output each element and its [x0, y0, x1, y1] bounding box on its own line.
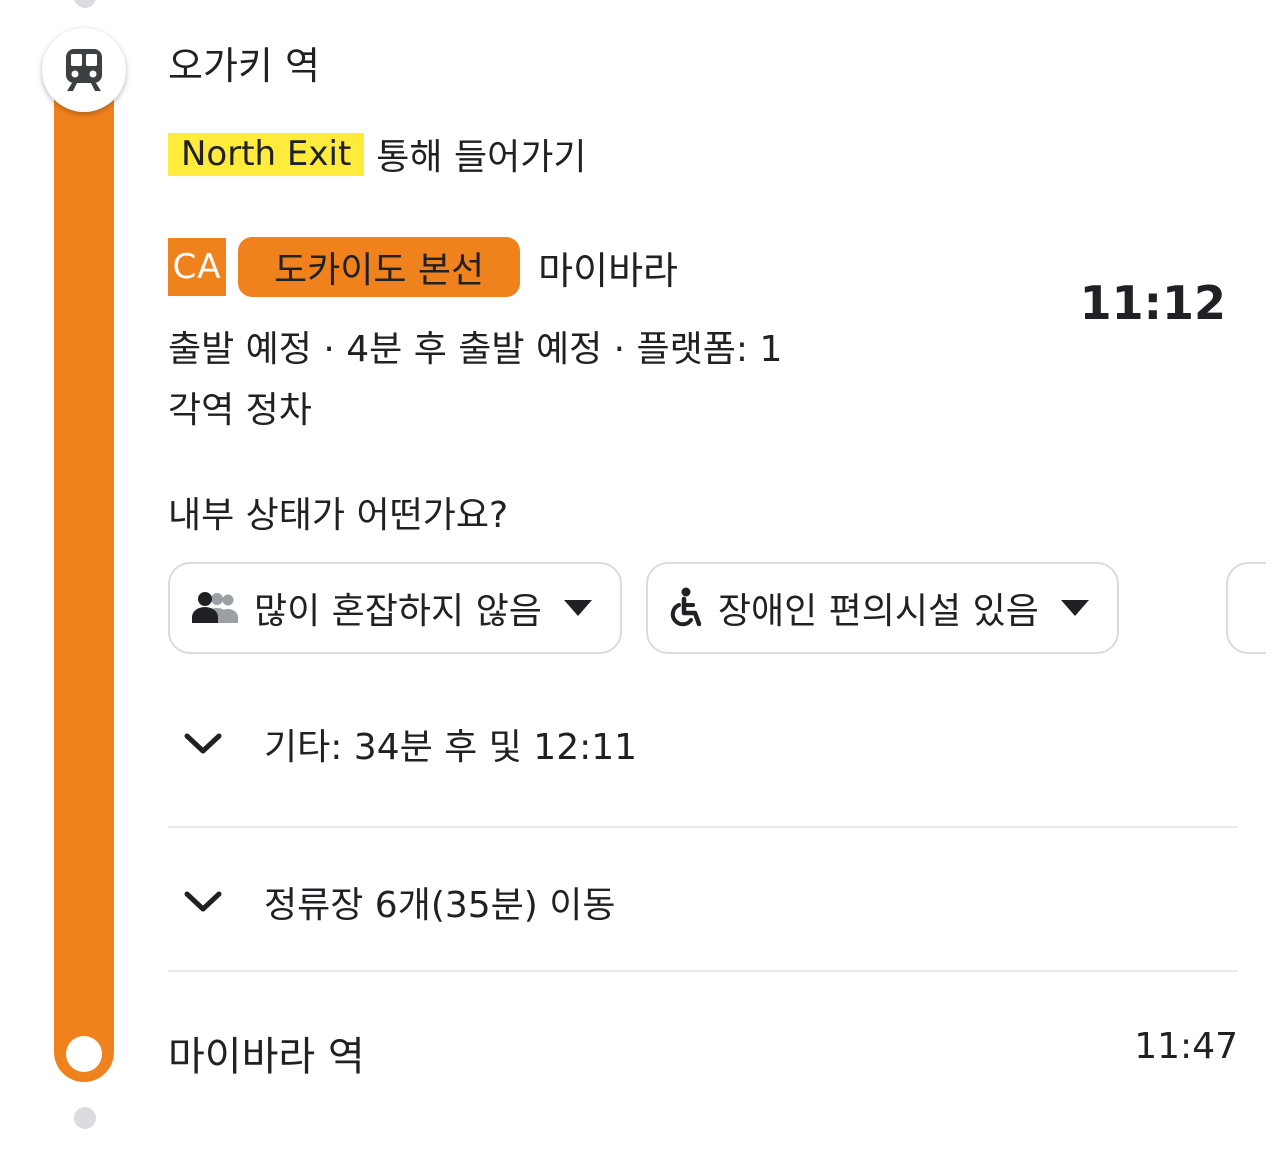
accessibility-chip[interactable]: 장애인 편의시설 있음 [645, 562, 1119, 654]
timeline-dot-previous [74, 0, 96, 8]
crowding-question: 내부 상태가 어떤가요? [168, 495, 509, 536]
line-code-badge: CA [168, 238, 226, 296]
arrival-stop-circle [66, 1036, 102, 1072]
arrival-station-title[interactable]: 마이바라 역 [168, 1024, 365, 1082]
entrance-instruction: North Exit 통해 들어가기 [168, 128, 586, 180]
line-destination: 마이바라 [538, 248, 679, 293]
chevron-down-icon [1060, 600, 1089, 616]
departure-station-title[interactable]: 오가키 역 [168, 44, 320, 90]
chevron-down-icon [184, 891, 222, 912]
feedback-chip-row: 많이 혼잡하지 않음 장애인 편의시설 있음 [168, 562, 1143, 654]
departure-time: 11:12 [1079, 276, 1226, 330]
section-divider [168, 826, 1238, 828]
crowding-chip[interactable]: 많이 혼잡하지 않음 [168, 562, 622, 654]
next-chip-partial[interactable] [1226, 562, 1266, 654]
section-divider [168, 970, 1238, 972]
other-departures-label: 기타: 34분 후 및 12:11 [264, 727, 638, 768]
crowding-chip-label: 많이 혼잡하지 않음 [254, 591, 542, 632]
service-type: 각역 정차 [168, 390, 312, 431]
stops-toggle[interactable]: 정류장 6개(35분) 이동 [184, 876, 616, 928]
line-name-badge: 도카이도 본선 [238, 237, 521, 297]
timeline-dot-next [74, 1107, 96, 1129]
stops-summary-label: 정류장 6개(35분) 이동 [264, 885, 616, 926]
transit-line-row[interactable]: CA 도카이도 본선 마이바라 [168, 237, 678, 297]
chevron-down-icon [184, 733, 222, 754]
arrival-time: 11:47 [1134, 1026, 1238, 1067]
accessibility-chip-label: 장애인 편의시설 있음 [717, 591, 1039, 632]
chevron-down-icon [563, 600, 592, 616]
wheelchair-icon [670, 587, 702, 627]
other-departures-toggle[interactable]: 기타: 34분 후 및 12:11 [184, 718, 637, 770]
exit-suffix-text: 통해 들어가기 [376, 137, 587, 178]
exit-tag: North Exit [168, 132, 365, 176]
train-icon [66, 49, 102, 91]
departure-status: 출발 예정 · 4분 후 출발 예정 · 플랫폼: 1 [168, 329, 783, 370]
route-line-bar [54, 86, 114, 1082]
crowd-icon [192, 592, 238, 623]
train-badge [42, 28, 126, 112]
